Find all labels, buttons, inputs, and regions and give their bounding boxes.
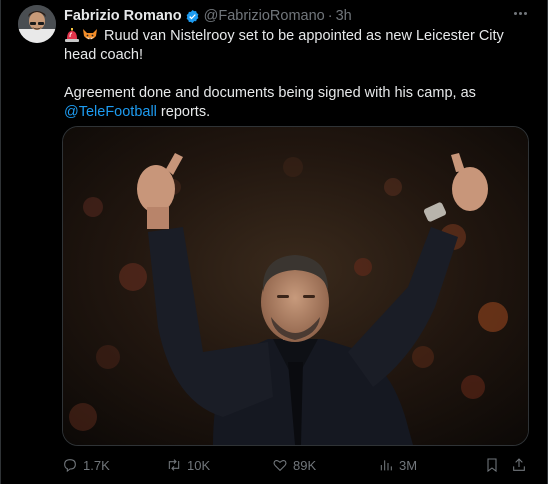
fox-emoji-icon	[83, 29, 97, 40]
views-count: 3M	[399, 457, 418, 473]
timeline-border-left	[0, 0, 1, 484]
more-dot-icon	[513, 11, 517, 15]
more-options-button[interactable]	[510, 4, 530, 22]
tweet-line-2-text: Agreement done and documents being signe…	[64, 85, 476, 101]
tweet-line-1: Ruud van Nistelrooy set to be appointed …	[64, 27, 524, 65]
photo-coach-thumbs-up	[63, 127, 528, 445]
tweet-actions: 1.7K 10K 89K 3M	[62, 454, 532, 476]
author-name[interactable]: Fabrizio Romano	[64, 8, 182, 24]
tweet-line-2-end: reports.	[156, 104, 211, 120]
views-icon	[380, 460, 392, 471]
avatar[interactable]	[18, 5, 56, 43]
retweet-button[interactable]: 10K	[166, 454, 210, 476]
heart-icon	[273, 460, 287, 472]
like-count: 89K	[293, 457, 317, 473]
reply-icon	[64, 459, 76, 473]
retweet-count: 10K	[187, 457, 211, 473]
share-icon	[513, 458, 525, 471]
author-handle[interactable]: @FabrizioRomano	[204, 8, 325, 24]
mention-link[interactable]: @TeleFootball	[64, 104, 157, 120]
share-button[interactable]	[511, 454, 527, 476]
tweet-text: Ruud van Nistelrooy set to be appointed …	[64, 27, 524, 122]
separator-dot: ·	[327, 8, 333, 24]
more-dot-icon	[523, 11, 527, 15]
reply-count: 1.7K	[83, 457, 110, 473]
views-button[interactable]: 3M	[378, 454, 417, 476]
tweet-header: Fabrizio Romano @FabrizioRomano · 3h	[64, 7, 538, 25]
retweet-icon	[168, 459, 180, 471]
tweet-line-1-text: Ruud van Nistelrooy set to be appointed …	[64, 28, 504, 63]
tweet-line-2: Agreement done and documents being signe…	[64, 84, 524, 122]
like-button[interactable]: 89K	[272, 454, 316, 476]
more-dot-icon	[518, 11, 522, 15]
reply-button[interactable]: 1.7K	[62, 454, 110, 476]
siren-emoji-icon	[65, 28, 79, 42]
bookmark-icon	[487, 458, 497, 473]
tweet-image[interactable]	[62, 126, 529, 446]
verified-badge-icon	[186, 9, 198, 23]
bookmark-button[interactable]	[484, 454, 500, 476]
tweet-time[interactable]: 3h	[336, 8, 352, 24]
